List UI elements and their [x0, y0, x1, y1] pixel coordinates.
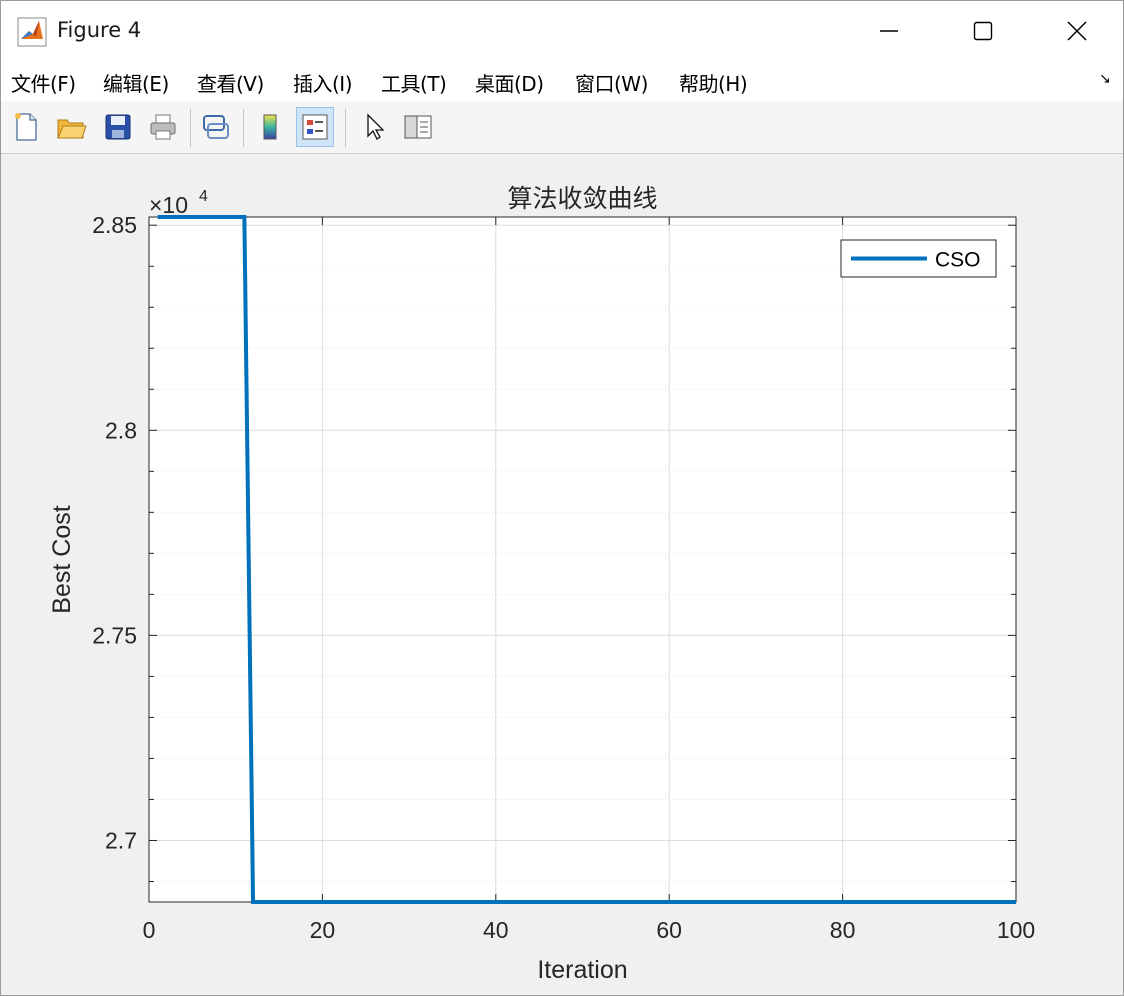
menu-view[interactable]: 查看(V) [197, 68, 264, 97]
title-bar: Figure 4 [1, 1, 1123, 61]
legend-button[interactable] [296, 107, 334, 147]
x-tick-label: 20 [310, 917, 336, 943]
y-tick-label: 2.85 [92, 212, 137, 238]
save-icon [105, 114, 131, 140]
dock-figure-icon[interactable]: ↘ [1099, 71, 1111, 87]
new-figure-button[interactable] [7, 107, 45, 147]
print-icon [150, 114, 176, 140]
menu-help[interactable]: 帮助(H) [679, 68, 748, 97]
x-tick-label: 60 [656, 917, 682, 943]
menu-tools[interactable]: 工具(T) [381, 68, 447, 97]
x-axis-label: Iteration [537, 956, 627, 984]
legend-label: CSO [935, 249, 981, 272]
figure-window: Figure 4 文件(F) 编辑(E) 查看(V) 插入(I) 工具(T) 桌… [0, 0, 1124, 996]
x-tick-label: 0 [143, 917, 156, 943]
maximize-icon [973, 21, 993, 41]
link-plot-icon [203, 115, 229, 139]
window-title: Figure 4 [57, 18, 142, 42]
close-icon [1067, 21, 1087, 41]
property-inspector-icon [404, 115, 432, 139]
legend-icon [302, 114, 328, 140]
y-axis-label: Best Cost [48, 505, 76, 613]
colorbar-icon [263, 114, 277, 140]
y-tick-label: 2.75 [92, 622, 137, 648]
menu-desktop[interactable]: 桌面(D) [475, 68, 544, 97]
open-file-button[interactable] [52, 107, 90, 147]
print-button[interactable] [144, 107, 182, 147]
open-file-icon [57, 119, 87, 139]
menu-file[interactable]: 文件(F) [11, 68, 76, 97]
menu-edit[interactable]: 编辑(E) [103, 68, 169, 97]
minimize-icon [880, 30, 898, 32]
maximize-button[interactable] [937, 1, 1029, 61]
y-exponent-power: 4 [199, 188, 208, 205]
convergence-chart: 0 20 40 60 80 100 2.7 2.75 2.8 2.85 ×10 4 算法收敛曲线 Iter… [48, 185, 1035, 984]
y-exponent-label: ×10 [149, 192, 188, 218]
x-tick-label: 80 [830, 917, 856, 943]
pointer-icon [367, 113, 385, 140]
minimize-button[interactable] [843, 1, 935, 61]
property-inspector-button[interactable] [399, 107, 437, 147]
y-tick-label: 2.7 [105, 827, 137, 853]
x-tick-label: 100 [997, 917, 1035, 943]
save-button[interactable] [99, 107, 137, 147]
figure-canvas: 0 20 40 60 80 100 2.7 2.75 2.8 2.85 ×10 4 算法收敛曲线 Iter… [1, 154, 1123, 995]
matlab-logo-icon [17, 17, 47, 47]
chart-title: 算法收敛曲线 [507, 185, 657, 213]
menu-window[interactable]: 窗口(W) [575, 68, 648, 97]
colorbar-button[interactable] [251, 107, 289, 147]
link-plot-button[interactable] [197, 107, 235, 147]
x-tick-label: 40 [483, 917, 509, 943]
figure-toolbar [1, 101, 1123, 154]
pointer-button[interactable] [355, 107, 393, 147]
close-button[interactable] [1031, 1, 1123, 61]
menu-insert[interactable]: 插入(I) [293, 68, 353, 97]
menu-bar: 文件(F) 编辑(E) 查看(V) 插入(I) 工具(T) 桌面(D) 窗口(W… [1, 61, 1123, 101]
y-tick-label: 2.8 [105, 417, 137, 443]
new-figure-icon [15, 113, 37, 141]
